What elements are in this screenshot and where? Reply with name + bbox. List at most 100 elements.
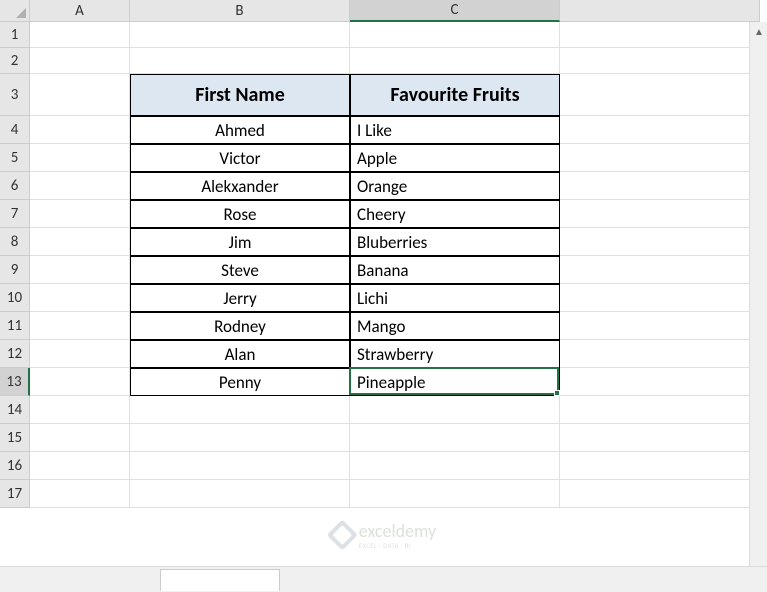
- cell-C3[interactable]: Favourite Fruits: [350, 74, 560, 116]
- cell-C10[interactable]: Lichi: [350, 284, 560, 312]
- cell-blank-13[interactable]: [560, 368, 760, 396]
- cell-B17[interactable]: [130, 480, 350, 508]
- cell-blank-10[interactable]: [560, 284, 760, 312]
- cell-B3[interactable]: First Name: [130, 74, 350, 116]
- row-header-9[interactable]: 9: [0, 256, 30, 284]
- row-header-2[interactable]: 2: [0, 48, 30, 74]
- cell-C2[interactable]: [350, 48, 560, 74]
- cell-A9[interactable]: [30, 256, 130, 284]
- cell-blank-12[interactable]: [560, 340, 760, 368]
- scroll-up-icon[interactable]: ▲: [750, 22, 767, 40]
- row-header-10[interactable]: 10: [0, 284, 30, 312]
- cell-blank-4[interactable]: [560, 116, 760, 144]
- row-header-6[interactable]: 6: [0, 172, 30, 200]
- cell-A15[interactable]: [30, 424, 130, 452]
- cell-C4[interactable]: I Like: [350, 116, 560, 144]
- row-10: JerryLichi: [30, 284, 760, 312]
- cell-B10[interactable]: Jerry: [130, 284, 350, 312]
- cell-blank-16[interactable]: [560, 452, 760, 480]
- cell-A3[interactable]: [30, 74, 130, 116]
- cell-B7[interactable]: Rose: [130, 200, 350, 228]
- row-header-1[interactable]: 1: [0, 22, 30, 48]
- cell-C17[interactable]: [350, 480, 560, 508]
- cell-C1[interactable]: [350, 22, 560, 48]
- cell-C16[interactable]: [350, 452, 560, 480]
- cell-B12[interactable]: Alan: [130, 340, 350, 368]
- cell-C15[interactable]: [350, 424, 560, 452]
- cell-blank-2[interactable]: [560, 48, 760, 74]
- row-header-14[interactable]: 14: [0, 396, 30, 424]
- cell-blank-3[interactable]: [560, 74, 760, 116]
- cell-B11[interactable]: Rodney: [130, 312, 350, 340]
- cell-A1[interactable]: [30, 22, 130, 48]
- cell-B8[interactable]: Jim: [130, 228, 350, 256]
- row-8: JimBluberries: [30, 228, 760, 256]
- cell-C9[interactable]: Banana: [350, 256, 560, 284]
- row-header-4[interactable]: 4: [0, 116, 30, 144]
- cell-A4[interactable]: [30, 116, 130, 144]
- cell-A13[interactable]: [30, 368, 130, 396]
- sheet-tab[interactable]: [160, 569, 280, 591]
- cell-A6[interactable]: [30, 172, 130, 200]
- cell-A2[interactable]: [30, 48, 130, 74]
- row-header-3[interactable]: 3: [0, 74, 30, 116]
- cell-C8[interactable]: Bluberries: [350, 228, 560, 256]
- cell-B16[interactable]: [130, 452, 350, 480]
- row-header-5[interactable]: 5: [0, 144, 30, 172]
- row-header-12[interactable]: 12: [0, 340, 30, 368]
- row-13: PennyPineapple: [30, 368, 760, 396]
- cell-blank-1[interactable]: [560, 22, 760, 48]
- select-all-corner[interactable]: [0, 0, 30, 22]
- cell-C14[interactable]: [350, 396, 560, 424]
- cell-C11[interactable]: Mango: [350, 312, 560, 340]
- watermark: exceldemy EXCEL · DATA · BI: [331, 520, 436, 550]
- cell-A10[interactable]: [30, 284, 130, 312]
- cell-blank-7[interactable]: [560, 200, 760, 228]
- column-header-A[interactable]: A: [30, 0, 130, 22]
- cell-B9[interactable]: Steve: [130, 256, 350, 284]
- cell-blank-14[interactable]: [560, 396, 760, 424]
- cell-B4[interactable]: Ahmed: [130, 116, 350, 144]
- vertical-scrollbar[interactable]: ▲: [749, 22, 767, 566]
- row-header-8[interactable]: 8: [0, 228, 30, 256]
- cell-A7[interactable]: [30, 200, 130, 228]
- cell-B5[interactable]: Victor: [130, 144, 350, 172]
- row-header-15[interactable]: 15: [0, 424, 30, 452]
- cell-B1[interactable]: [130, 22, 350, 48]
- cell-B2[interactable]: [130, 48, 350, 74]
- row-6: AlekxanderOrange: [30, 172, 760, 200]
- cell-C12[interactable]: Strawberry: [350, 340, 560, 368]
- cell-B14[interactable]: [130, 396, 350, 424]
- row-header-17[interactable]: 17: [0, 480, 30, 508]
- cell-blank-6[interactable]: [560, 172, 760, 200]
- cell-blank-15[interactable]: [560, 424, 760, 452]
- cell-A16[interactable]: [30, 452, 130, 480]
- cell-A17[interactable]: [30, 480, 130, 508]
- column-header-B[interactable]: B: [130, 0, 350, 22]
- column-header-blank[interactable]: [560, 0, 760, 22]
- cell-blank-8[interactable]: [560, 228, 760, 256]
- row-header-16[interactable]: 16: [0, 452, 30, 480]
- row-headers: 1234567891011121314151617: [0, 22, 30, 508]
- cell-A11[interactable]: [30, 312, 130, 340]
- cell-A12[interactable]: [30, 340, 130, 368]
- cell-A14[interactable]: [30, 396, 130, 424]
- cell-B6[interactable]: Alekxander: [130, 172, 350, 200]
- watermark-brand: exceldemy: [359, 520, 436, 542]
- cell-C5[interactable]: Apple: [350, 144, 560, 172]
- cell-blank-17[interactable]: [560, 480, 760, 508]
- row-header-13[interactable]: 13: [0, 368, 30, 396]
- cell-C7[interactable]: Cheery: [350, 200, 560, 228]
- column-header-C[interactable]: C: [350, 0, 560, 22]
- cell-A8[interactable]: [30, 228, 130, 256]
- cell-A5[interactable]: [30, 144, 130, 172]
- row-header-7[interactable]: 7: [0, 200, 30, 228]
- cell-B13[interactable]: Penny: [130, 368, 350, 396]
- cell-blank-9[interactable]: [560, 256, 760, 284]
- row-header-11[interactable]: 11: [0, 312, 30, 340]
- cell-C13[interactable]: Pineapple: [350, 368, 560, 396]
- cell-blank-5[interactable]: [560, 144, 760, 172]
- cell-B15[interactable]: [130, 424, 350, 452]
- cell-C6[interactable]: Orange: [350, 172, 560, 200]
- cell-blank-11[interactable]: [560, 312, 760, 340]
